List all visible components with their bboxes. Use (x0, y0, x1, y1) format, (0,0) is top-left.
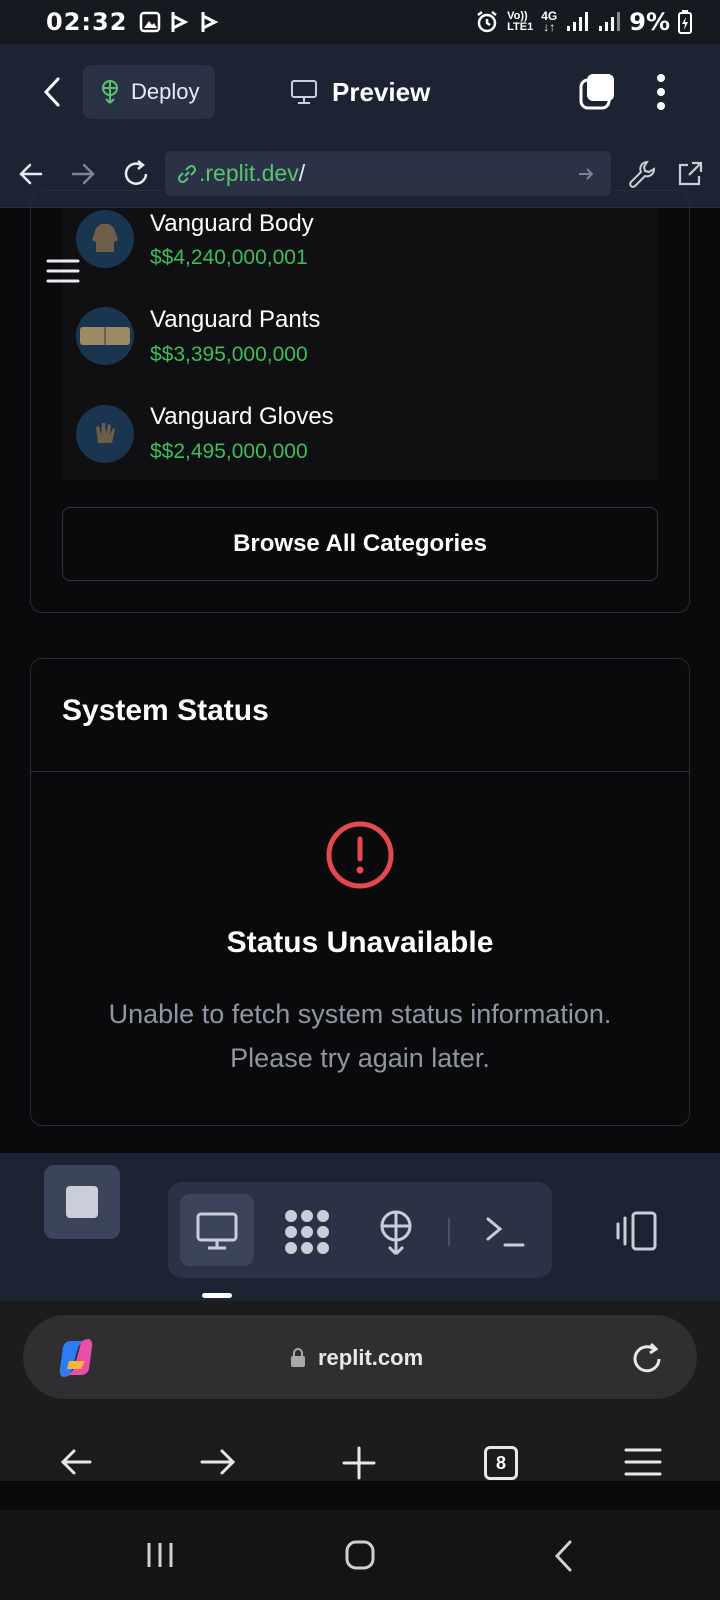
clock: 02:32 (46, 8, 128, 36)
system-status-title: System Status (62, 694, 269, 727)
browse-categories-button[interactable]: Browse All Categories (62, 507, 658, 581)
alarm-icon (477, 11, 497, 33)
arrow-left-icon[interactable] (18, 161, 44, 187)
lte-label: LTE1 (507, 21, 534, 33)
new-tab-icon[interactable] (342, 1446, 376, 1480)
battery-percent: 9% (629, 8, 670, 36)
browser-menu-icon[interactable] (624, 1447, 662, 1477)
stop-icon (66, 1186, 98, 1218)
armor-gloves-icon (96, 423, 115, 443)
preview-tab[interactable]: Preview (290, 72, 430, 112)
divider (31, 771, 689, 772)
deploy-icon (102, 80, 118, 104)
status-bar: 02:32 Vo)) LTE1 4G ↓↑ 9% (0, 0, 720, 44)
wrench-icon[interactable] (627, 159, 657, 189)
status-heading: Status Unavailable (226, 926, 494, 959)
link-icon (177, 164, 197, 183)
address-text: replit.com (318, 1345, 424, 1370)
browser-back-icon[interactable] (60, 1447, 92, 1477)
url-path: / (298, 160, 306, 186)
alert-circle-icon (326, 821, 394, 889)
signal-icon (599, 12, 621, 31)
status-message: Unable to fetch system status informatio… (60, 992, 660, 1080)
monitor-icon (196, 1212, 238, 1250)
gallery-icon (140, 11, 161, 33)
armor-pants-icon (80, 327, 130, 345)
browser-forward-icon[interactable] (200, 1447, 236, 1477)
deploy-icon[interactable] (374, 1208, 418, 1256)
open-external-icon[interactable] (676, 160, 704, 188)
stop-button[interactable] (44, 1165, 120, 1239)
preview-label: Preview (332, 76, 431, 107)
tabs-icon[interactable] (578, 72, 616, 110)
item-avatar (76, 210, 134, 268)
system-back-icon[interactable] (553, 1540, 573, 1572)
item-price: $$2,495,000,000 (150, 440, 308, 463)
terminal-icon[interactable] (485, 1214, 525, 1250)
item-name[interactable]: Vanguard Gloves (150, 403, 334, 431)
url-host: .replit.dev (199, 160, 299, 186)
go-arrow-icon[interactable] (577, 165, 595, 183)
monitor-icon (291, 80, 317, 104)
copilot-icon[interactable] (55, 1337, 97, 1379)
back-chevron-icon[interactable] (40, 76, 64, 108)
workflows-icon[interactable] (283, 1208, 331, 1256)
home-icon[interactable] (345, 1540, 375, 1570)
recent-apps-icon[interactable] (145, 1541, 175, 1569)
more-options-icon[interactable] (654, 72, 668, 112)
status-message-line: Unable to fetch system status informatio… (108, 999, 612, 1029)
battery-charging-icon (678, 10, 692, 34)
layout-toggle-icon[interactable] (615, 1210, 659, 1252)
tab-count-button[interactable]: 8 (484, 1446, 518, 1480)
item-avatar (76, 405, 134, 463)
deploy-button[interactable]: Deploy (83, 65, 215, 119)
item-avatar (76, 307, 134, 365)
reload-icon[interactable] (630, 1342, 664, 1376)
address-text-wrap: replit.com (290, 1340, 423, 1376)
status-message-line: Please try again later. (230, 1043, 490, 1073)
lock-icon (291, 1348, 305, 1367)
active-indicator (202, 1293, 232, 1298)
deploy-label: Deploy (131, 79, 200, 104)
item-name[interactable]: Vanguard Pants (150, 306, 320, 334)
hamburger-menu-icon[interactable] (46, 258, 80, 284)
b-app-icon (201, 12, 219, 32)
armor-body-icon (92, 224, 118, 252)
item-price: $$4,240,000,001 (150, 246, 308, 269)
refresh-icon[interactable] (121, 159, 151, 189)
divider (448, 1218, 450, 1246)
signal-icon (567, 12, 589, 31)
item-name[interactable]: Vanguard Body (150, 210, 314, 238)
item-price: $$3,395,000,000 (150, 343, 308, 366)
arrow-right-icon[interactable] (70, 161, 96, 187)
b-app-icon (171, 12, 189, 32)
